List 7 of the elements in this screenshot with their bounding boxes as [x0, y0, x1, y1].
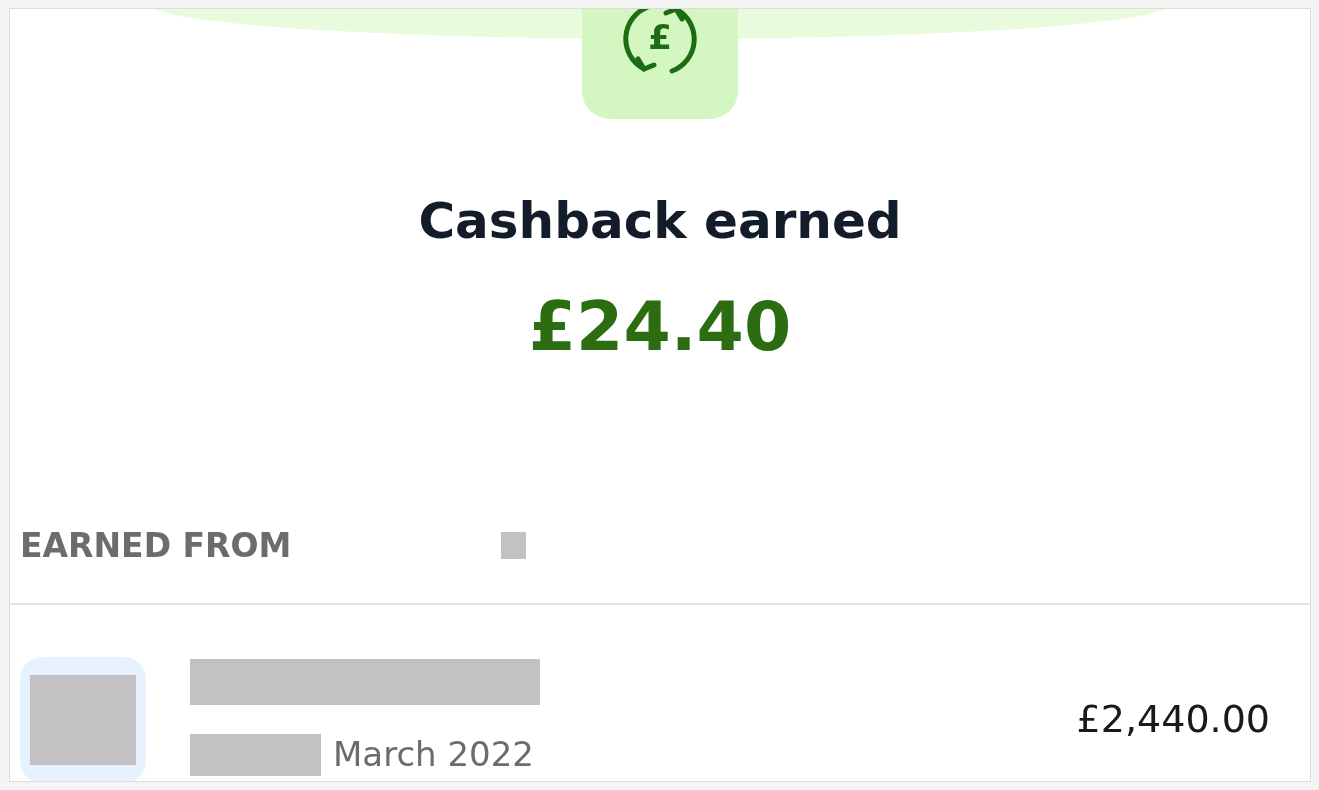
redaction-block [501, 532, 527, 560]
transaction-amount: £2,440.00 [1076, 696, 1270, 743]
currency-symbol: £ [648, 20, 672, 54]
page-title: Cashback earned [418, 191, 902, 252]
section-heading: EARNED FROM [20, 525, 292, 567]
transaction-date: March 2022 [333, 733, 534, 776]
cashback-amount: £24.40 [528, 287, 792, 367]
